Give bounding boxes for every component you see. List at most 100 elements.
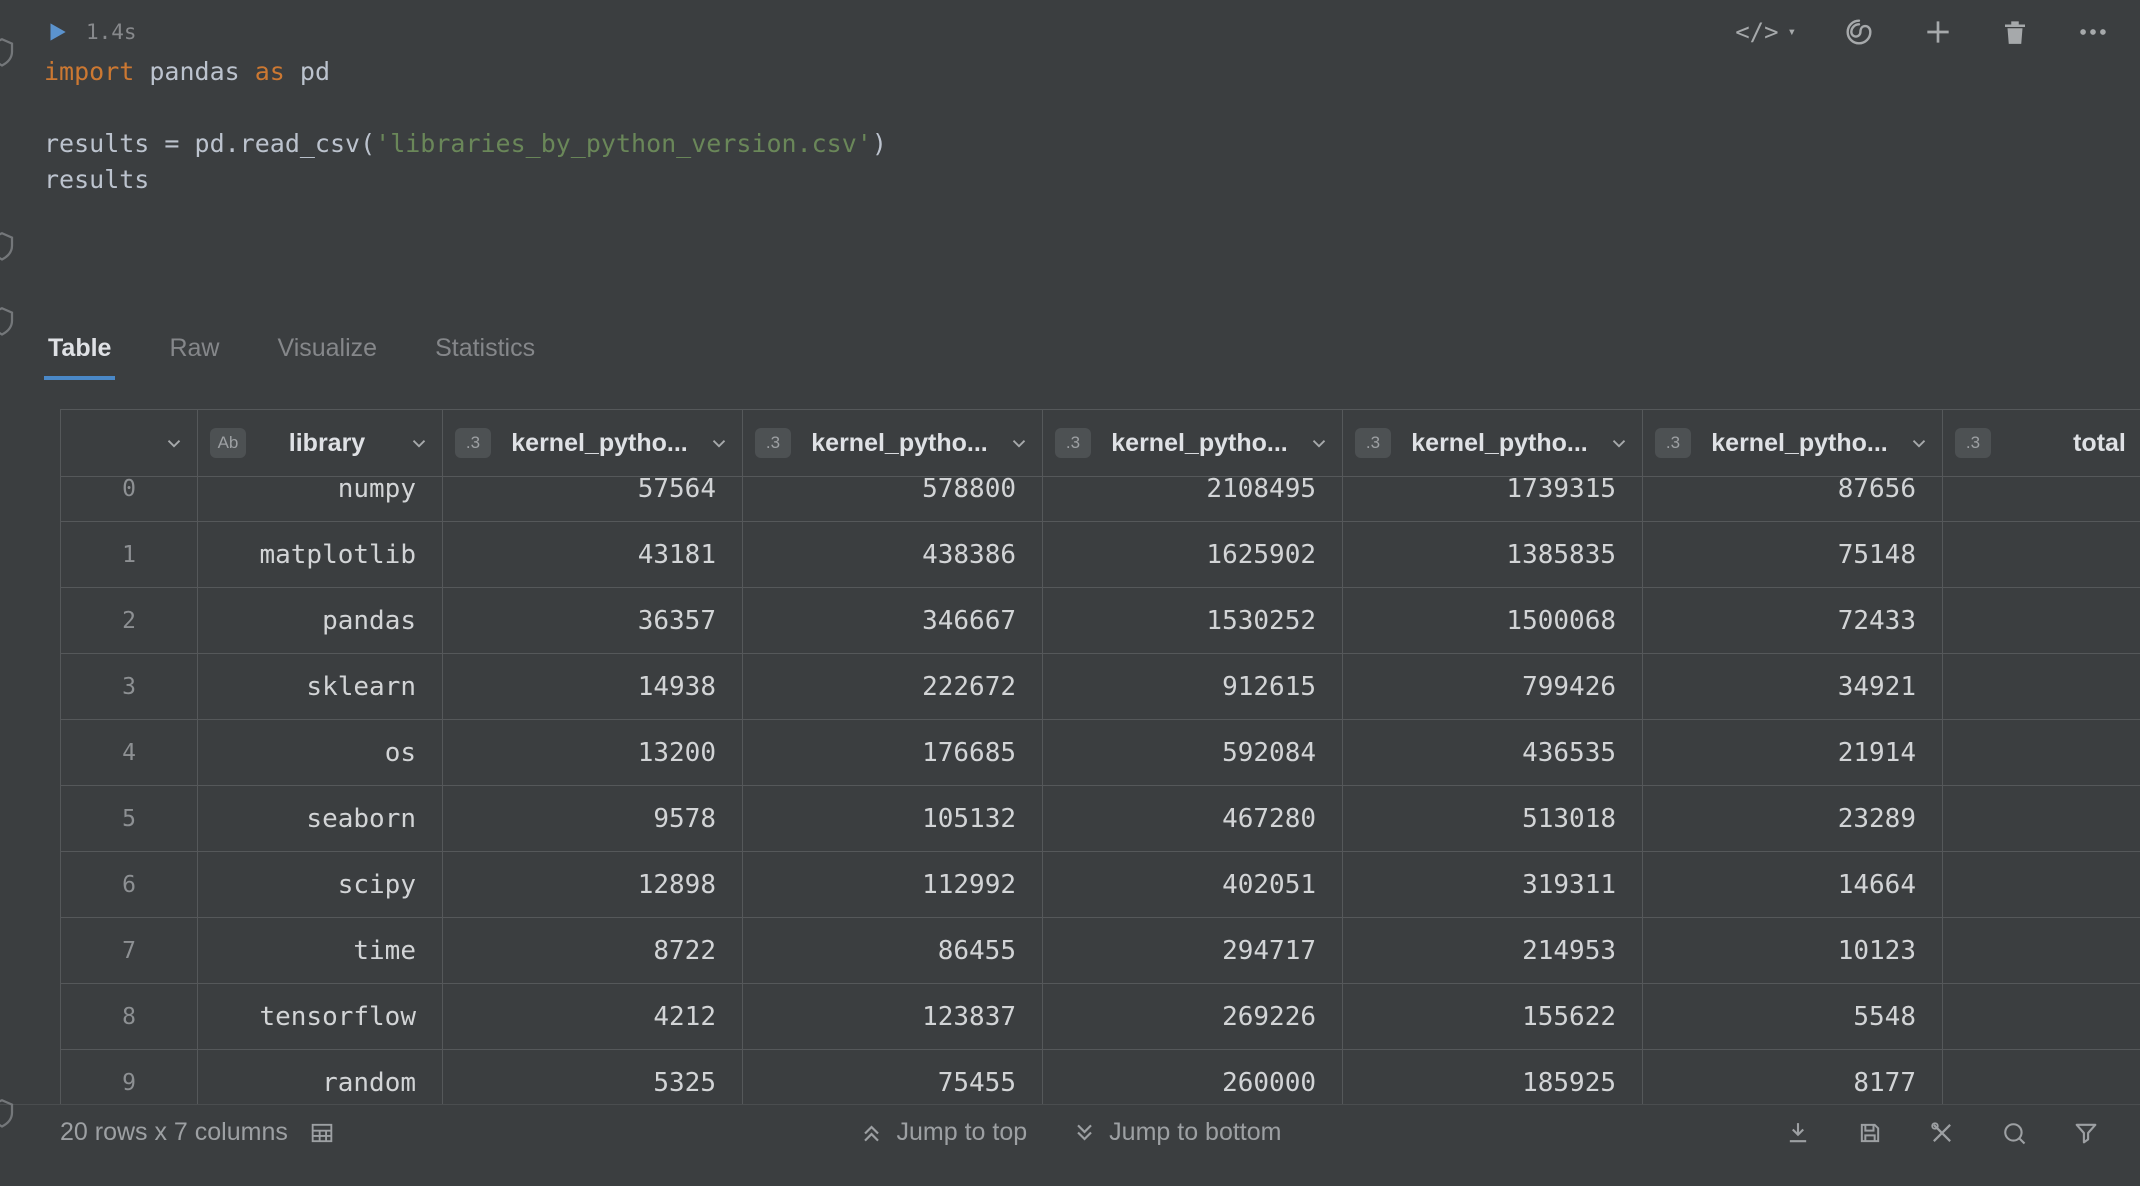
value-cell[interactable]: 75455: [743, 1050, 1043, 1104]
row-index-cell[interactable]: 1: [60, 522, 198, 588]
value-cell[interactable]: 1530252: [1043, 588, 1343, 654]
tab-visualize[interactable]: Visualize: [273, 316, 381, 380]
column-menu-chevron-icon[interactable]: [408, 432, 430, 454]
tab-table[interactable]: Table: [44, 316, 115, 380]
library-cell[interactable]: seaborn: [198, 786, 443, 852]
value-cell[interactable]: 34921: [1643, 654, 1943, 720]
value-cell-total[interactable]: [1943, 522, 2140, 588]
value-cell[interactable]: 799426: [1343, 654, 1643, 720]
row-index-cell[interactable]: 5: [60, 786, 198, 852]
run-cell-icon[interactable]: [44, 19, 70, 45]
value-cell[interactable]: 43181: [443, 522, 743, 588]
value-cell[interactable]: 346667: [743, 588, 1043, 654]
value-cell[interactable]: 436535: [1343, 720, 1643, 786]
value-cell[interactable]: 14664: [1643, 852, 1943, 918]
column-header-kernel-pytho[interactable]: .3kernel_pytho...: [743, 409, 1043, 477]
table-row[interactable]: 6scipy1289811299240205131931114664: [60, 852, 2140, 918]
value-cell[interactable]: 319311: [1343, 852, 1643, 918]
table-row[interactable]: 4os1320017668559208443653521914: [60, 720, 2140, 786]
value-cell[interactable]: 260000: [1043, 1050, 1343, 1104]
value-cell[interactable]: 222672: [743, 654, 1043, 720]
column-header-kernel-pytho[interactable]: .3kernel_pytho...: [1043, 409, 1343, 477]
value-cell[interactable]: 86455: [743, 918, 1043, 984]
value-cell[interactable]: 1739315: [1343, 477, 1643, 522]
value-cell[interactable]: 13200: [443, 720, 743, 786]
value-cell[interactable]: 438386: [743, 522, 1043, 588]
code-dropdown-icon[interactable]: </> ▾: [1735, 18, 1796, 46]
value-cell-total[interactable]: [1943, 477, 2140, 522]
value-cell[interactable]: 155622: [1343, 984, 1643, 1050]
delete-cell-icon[interactable]: [2000, 17, 2030, 47]
table-row[interactable]: 8tensorflow42121238372692261556225548: [60, 984, 2140, 1050]
value-cell[interactable]: 23289: [1643, 786, 1943, 852]
column-menu-chevron-icon[interactable]: [708, 432, 730, 454]
column-header-total[interactable]: .3total: [1943, 409, 2140, 477]
value-cell[interactable]: 123837: [743, 984, 1043, 1050]
value-cell[interactable]: 467280: [1043, 786, 1343, 852]
column-header-kernel-pytho[interactable]: .3kernel_pytho...: [1343, 409, 1643, 477]
value-cell[interactable]: 36357: [443, 588, 743, 654]
column-menu-chevron-icon[interactable]: [1308, 432, 1330, 454]
tab-raw[interactable]: Raw: [165, 316, 223, 380]
column-header-index[interactable]: [60, 409, 198, 477]
row-index-cell[interactable]: 3: [60, 654, 198, 720]
add-cell-icon[interactable]: [1922, 16, 1954, 48]
search-icon[interactable]: [2000, 1119, 2028, 1147]
value-cell-total[interactable]: [1943, 720, 2140, 786]
value-cell[interactable]: 112992: [743, 852, 1043, 918]
value-cell[interactable]: 4212: [443, 984, 743, 1050]
value-cell[interactable]: 5325: [443, 1050, 743, 1104]
value-cell-total[interactable]: [1943, 588, 2140, 654]
table-row[interactable]: 3sklearn1493822267291261579942634921: [60, 654, 2140, 720]
value-cell-total[interactable]: [1943, 918, 2140, 984]
value-cell-total[interactable]: [1943, 1050, 2140, 1104]
table-row[interactable]: 1matplotlib43181438386162590213858357514…: [60, 522, 2140, 588]
value-cell[interactable]: 578800: [743, 477, 1043, 522]
column-menu-chevron-icon[interactable]: [1008, 432, 1030, 454]
library-cell[interactable]: matplotlib: [198, 522, 443, 588]
value-cell-total[interactable]: [1943, 852, 2140, 918]
value-cell[interactable]: 513018: [1343, 786, 1643, 852]
library-cell[interactable]: random: [198, 1050, 443, 1104]
spiral-icon[interactable]: [1842, 15, 1876, 49]
column-menu-chevron-icon[interactable]: [1908, 432, 1930, 454]
value-cell[interactable]: 269226: [1043, 984, 1343, 1050]
value-cell[interactable]: 10123: [1643, 918, 1943, 984]
column-header-kernel-pytho[interactable]: .3kernel_pytho...: [1643, 409, 1943, 477]
library-cell[interactable]: sklearn: [198, 654, 443, 720]
value-cell[interactable]: 87656: [1643, 477, 1943, 522]
jump-to-bottom-button[interactable]: Jump to bottom: [1071, 1118, 1281, 1147]
row-index-cell[interactable]: 4: [60, 720, 198, 786]
value-cell[interactable]: 105132: [743, 786, 1043, 852]
value-cell[interactable]: 176685: [743, 720, 1043, 786]
row-index-cell[interactable]: 6: [60, 852, 198, 918]
column-menu-chevron-icon[interactable]: [1608, 432, 1630, 454]
library-cell[interactable]: tensorflow: [198, 984, 443, 1050]
value-cell[interactable]: 57564: [443, 477, 743, 522]
tools-icon[interactable]: [1928, 1119, 1956, 1147]
row-index-cell[interactable]: 2: [60, 588, 198, 654]
value-cell[interactable]: 75148: [1643, 522, 1943, 588]
save-icon[interactable]: [1856, 1119, 1884, 1147]
library-cell[interactable]: pandas: [198, 588, 443, 654]
column-header-kernel-pytho[interactable]: .3kernel_pytho...: [443, 409, 743, 477]
value-cell[interactable]: 1500068: [1343, 588, 1643, 654]
value-cell-total[interactable]: [1943, 984, 2140, 1050]
table-row[interactable]: 2pandas363573466671530252150006872433: [60, 588, 2140, 654]
row-index-cell[interactable]: 8: [60, 984, 198, 1050]
value-cell[interactable]: 912615: [1043, 654, 1343, 720]
value-cell[interactable]: 72433: [1643, 588, 1943, 654]
code-block[interactable]: import pandas as pd results = pd.read_cs…: [44, 54, 887, 198]
library-cell[interactable]: scipy: [198, 852, 443, 918]
row-index-cell[interactable]: 7: [60, 918, 198, 984]
value-cell[interactable]: 214953: [1343, 918, 1643, 984]
library-cell[interactable]: numpy: [198, 477, 443, 522]
value-cell[interactable]: 1625902: [1043, 522, 1343, 588]
value-cell[interactable]: 294717: [1043, 918, 1343, 984]
library-cell[interactable]: os: [198, 720, 443, 786]
table-row[interactable]: 9random5325754552600001859258177: [60, 1050, 2140, 1104]
column-menu-chevron-icon[interactable]: [163, 432, 185, 454]
value-cell[interactable]: 402051: [1043, 852, 1343, 918]
value-cell[interactable]: 8177: [1643, 1050, 1943, 1104]
value-cell[interactable]: 1385835: [1343, 522, 1643, 588]
